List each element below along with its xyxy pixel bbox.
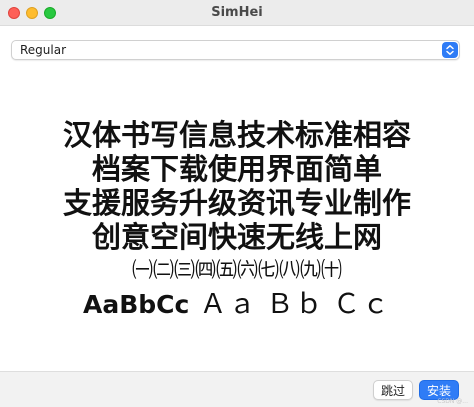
watermark: CSDN @... [437, 398, 468, 405]
title-bar: SimHei [0, 0, 474, 26]
action-bar: 跳过 安装 CSDN @... [0, 371, 474, 407]
font-style-select-value: Regular [20, 43, 67, 57]
font-install-window: SimHei Regular 汉体书写信息技术标准相容 档案下载使用界面简单 支… [0, 0, 474, 407]
skip-button[interactable]: 跳过 [373, 380, 413, 400]
preview-line-1: 汉体书写信息技术标准相容 [62, 118, 411, 152]
preview-parenthesized-numerals: ㈠㈡㈢㈣㈤㈥㈦㈧㈨㈩ [132, 258, 342, 282]
preview-latin-bold: AaBbCc [82, 290, 190, 319]
preview-line-2: 档案下载使用界面简单 [91, 152, 382, 186]
preview-latin-line: AaBbCc Ａａ Ｂｂ Ｃｃ [0, 284, 474, 324]
preview-line-3: 支援服务升级资讯专业制作 [62, 186, 411, 220]
preview-line-4: 创意空间快速无线上网 [91, 220, 382, 254]
font-style-select[interactable]: Regular [11, 40, 460, 60]
up-down-chevron-icon[interactable] [442, 42, 458, 58]
install-button[interactable]: 安装 [419, 380, 459, 400]
window-title: SimHei [211, 5, 263, 20]
preview-latin-fullwidth: Ａａ Ｂｂ Ｃｃ [199, 289, 391, 319]
